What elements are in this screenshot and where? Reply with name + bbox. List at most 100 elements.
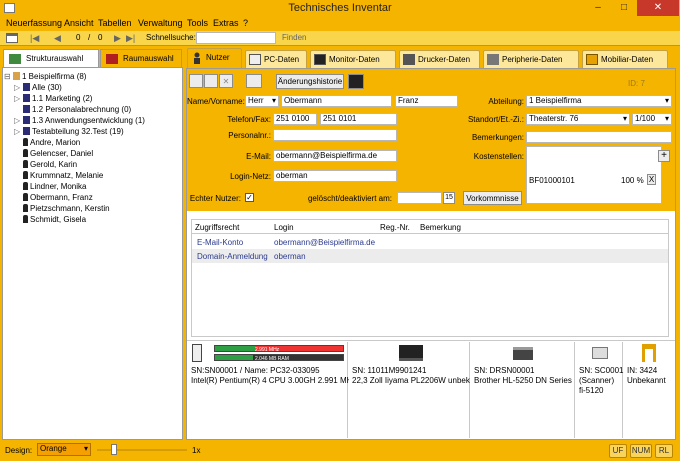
- hardware-pc[interactable]: 2.991 MHz 2.046 MB RAM SN:SN00001 / Name…: [188, 342, 356, 438]
- tree-item[interactable]: Andre, Marion: [14, 137, 80, 148]
- department-select[interactable]: 1 Beispielfirma ▾: [526, 95, 672, 107]
- col-header-login[interactable]: Login: [274, 223, 294, 232]
- tree-item-label: Lindner, Monika: [30, 182, 87, 191]
- events-button[interactable]: Vorkommnisse: [463, 191, 522, 205]
- design-select[interactable]: Orange ▾: [37, 443, 91, 456]
- email-label: E-Mail:: [246, 152, 271, 161]
- salutation-select[interactable]: Herr ▾: [245, 95, 279, 107]
- pc-icon: [249, 54, 261, 65]
- col-header-note[interactable]: Bemerkung: [420, 223, 461, 232]
- scanner-serial: SN: SC0001: [579, 366, 624, 375]
- table-row[interactable]: E-Mail-Konto obermann@Beispielfirma.de: [192, 235, 668, 249]
- login-input[interactable]: oberman: [273, 170, 397, 182]
- tree-expander-icon[interactable]: ▷: [14, 126, 23, 137]
- ram-bar: 2.046 MB RAM: [214, 354, 344, 362]
- hardware-scanner[interactable]: SN: SC0001 (Scanner) fi-5120: [576, 342, 623, 438]
- tab-peripherie-label: Peripherie-Daten: [502, 55, 563, 64]
- tree-item[interactable]: Gelencser, Daniel: [14, 148, 93, 159]
- furniture-icon: [586, 54, 598, 65]
- hardware-printer[interactable]: SN: DRSN00001 Brother HL-5250 DN Series: [471, 342, 575, 438]
- ram-bar-label: 2.046 MB RAM: [255, 356, 289, 362]
- save-record-icon[interactable]: [246, 74, 262, 88]
- email-input[interactable]: obermann@Beispielfirma.de: [273, 150, 397, 162]
- copy-record-icon[interactable]: [204, 74, 218, 88]
- tab-mobiliar-label: Mobiliar-Daten: [601, 55, 654, 64]
- menu-extras[interactable]: Extras: [213, 18, 239, 28]
- close-button[interactable]: ✕: [637, 0, 679, 16]
- costcenter-remove-button[interactable]: X: [647, 174, 656, 185]
- tree-item[interactable]: Obermann, Franz: [14, 192, 93, 203]
- hardware-monitor[interactable]: SN: 11011M9901241 22,3 Zoll Iiyama PL220…: [349, 342, 470, 438]
- tab-pc-daten[interactable]: PC-Daten: [245, 50, 307, 68]
- personnel-label: Personalnr.:: [228, 131, 271, 140]
- cpu-bar-fill: [215, 346, 256, 351]
- first-page-icon[interactable]: |◀: [30, 33, 39, 44]
- menu-help[interactable]: ?: [243, 18, 248, 28]
- col-header-reg[interactable]: Reg.-Nr.: [380, 223, 410, 232]
- tree-item[interactable]: ▷ 1.1 Marketing (2): [14, 93, 92, 104]
- menu-verwaltung[interactable]: Verwaltung: [138, 18, 183, 28]
- room-value: 1/100: [635, 114, 656, 123]
- personnel-input[interactable]: [273, 129, 397, 141]
- minimize-button[interactable]: –: [585, 0, 611, 16]
- lastname-input[interactable]: Obermann: [281, 95, 392, 107]
- tree-item[interactable]: Lindner, Monika: [14, 181, 86, 192]
- tree-item[interactable]: ▷ Alle (30): [14, 82, 62, 93]
- new-record-icon[interactable]: [189, 74, 203, 88]
- table-row[interactable]: Domain-Anmeldung oberman: [192, 249, 668, 263]
- calendar-icon[interactable]: [6, 33, 18, 43]
- tree-item[interactable]: ⊟ 1 Beispielfirma (8): [4, 71, 86, 82]
- tree-item[interactable]: ▷ Testabteilung 32.Test (19): [14, 126, 124, 137]
- tree-item[interactable]: Pietzschmann, Kerstin: [14, 203, 110, 214]
- last-page-icon[interactable]: ▶|: [126, 33, 135, 44]
- history-button[interactable]: Änderungshistorie: [276, 74, 344, 89]
- costcenter-add-button[interactable]: +: [658, 150, 670, 162]
- monitor-icon: [314, 54, 326, 65]
- menu-neuerfassung[interactable]: Neuerfassung: [6, 18, 62, 28]
- hardware-furniture[interactable]: IN: 3424 Unbekannt: [624, 342, 674, 438]
- tab-rooms[interactable]: Raumauswahl: [100, 49, 182, 67]
- quicksearch-input[interactable]: [196, 32, 276, 44]
- firstname-input[interactable]: Franz: [395, 95, 458, 107]
- col-header-right[interactable]: Zugriffsrecht: [195, 223, 239, 232]
- calendar-picker-icon[interactable]: 15: [443, 192, 455, 204]
- room-select[interactable]: 1/100 ▾: [632, 113, 672, 125]
- tab-monitor-daten[interactable]: Monitor-Daten: [310, 50, 396, 68]
- location-select[interactable]: Theaterstr. 76 ▾: [526, 113, 630, 125]
- tree-item[interactable]: Gerold, Karin: [14, 159, 77, 170]
- room-icon: [106, 54, 118, 64]
- tab-mobiliar-daten[interactable]: Mobiliar-Daten: [582, 50, 668, 68]
- group-icon: [23, 116, 30, 124]
- maximize-button[interactable]: □: [611, 0, 637, 16]
- menu-bar: Neuerfassung Ansicht Tabellen Verwaltung…: [0, 17, 680, 31]
- zoom-slider-thumb[interactable]: [111, 444, 117, 455]
- tab-peripherie-daten[interactable]: Peripherie-Daten: [483, 50, 579, 68]
- fax-input[interactable]: 251 0101: [320, 113, 397, 125]
- find-button[interactable]: Finden: [282, 33, 306, 42]
- real-user-checkbox[interactable]: ✓: [245, 193, 254, 202]
- tree-item[interactable]: 1.2 Personalabrechnung (0): [14, 104, 131, 115]
- menu-tools[interactable]: Tools: [187, 18, 208, 28]
- menu-tabellen[interactable]: Tabellen: [98, 18, 132, 28]
- tree-expander-icon[interactable]: ▷: [14, 115, 23, 126]
- next-page-icon[interactable]: ▶: [114, 33, 121, 44]
- deleted-date-input[interactable]: [397, 192, 442, 204]
- tree-expander-icon[interactable]: ▷: [14, 93, 23, 104]
- pc-serial: SN:SN00001 / Name: PC32-033095: [191, 366, 320, 375]
- tab-structure[interactable]: Strukturauswahl: [3, 49, 99, 67]
- delete-record-icon[interactable]: ✕: [219, 74, 233, 88]
- menu-ansicht[interactable]: Ansicht: [64, 18, 94, 28]
- tab-drucker-daten[interactable]: Drucker-Daten: [399, 50, 480, 68]
- tree-item[interactable]: Schmidt, Gisela: [14, 214, 86, 225]
- tree-item[interactable]: ▷ 1.3 Anwendungsentwicklung (1): [14, 115, 145, 126]
- tree-expander-icon[interactable]: ⊟: [4, 71, 13, 82]
- prev-page-icon[interactable]: ◀: [54, 33, 61, 44]
- tree-item[interactable]: Krummnatz, Melanie: [14, 170, 103, 181]
- phone-input[interactable]: 251 0100: [273, 113, 317, 125]
- chevron-down-icon: ▾: [664, 96, 669, 105]
- tab-nutzer[interactable]: Nutzer: [187, 48, 242, 68]
- screen-icon[interactable]: [348, 74, 364, 89]
- tree-item-label: 1.3 Anwendungsentwicklung (1): [32, 116, 145, 125]
- remarks-input[interactable]: [526, 131, 672, 143]
- tree-expander-icon[interactable]: ▷: [14, 82, 23, 93]
